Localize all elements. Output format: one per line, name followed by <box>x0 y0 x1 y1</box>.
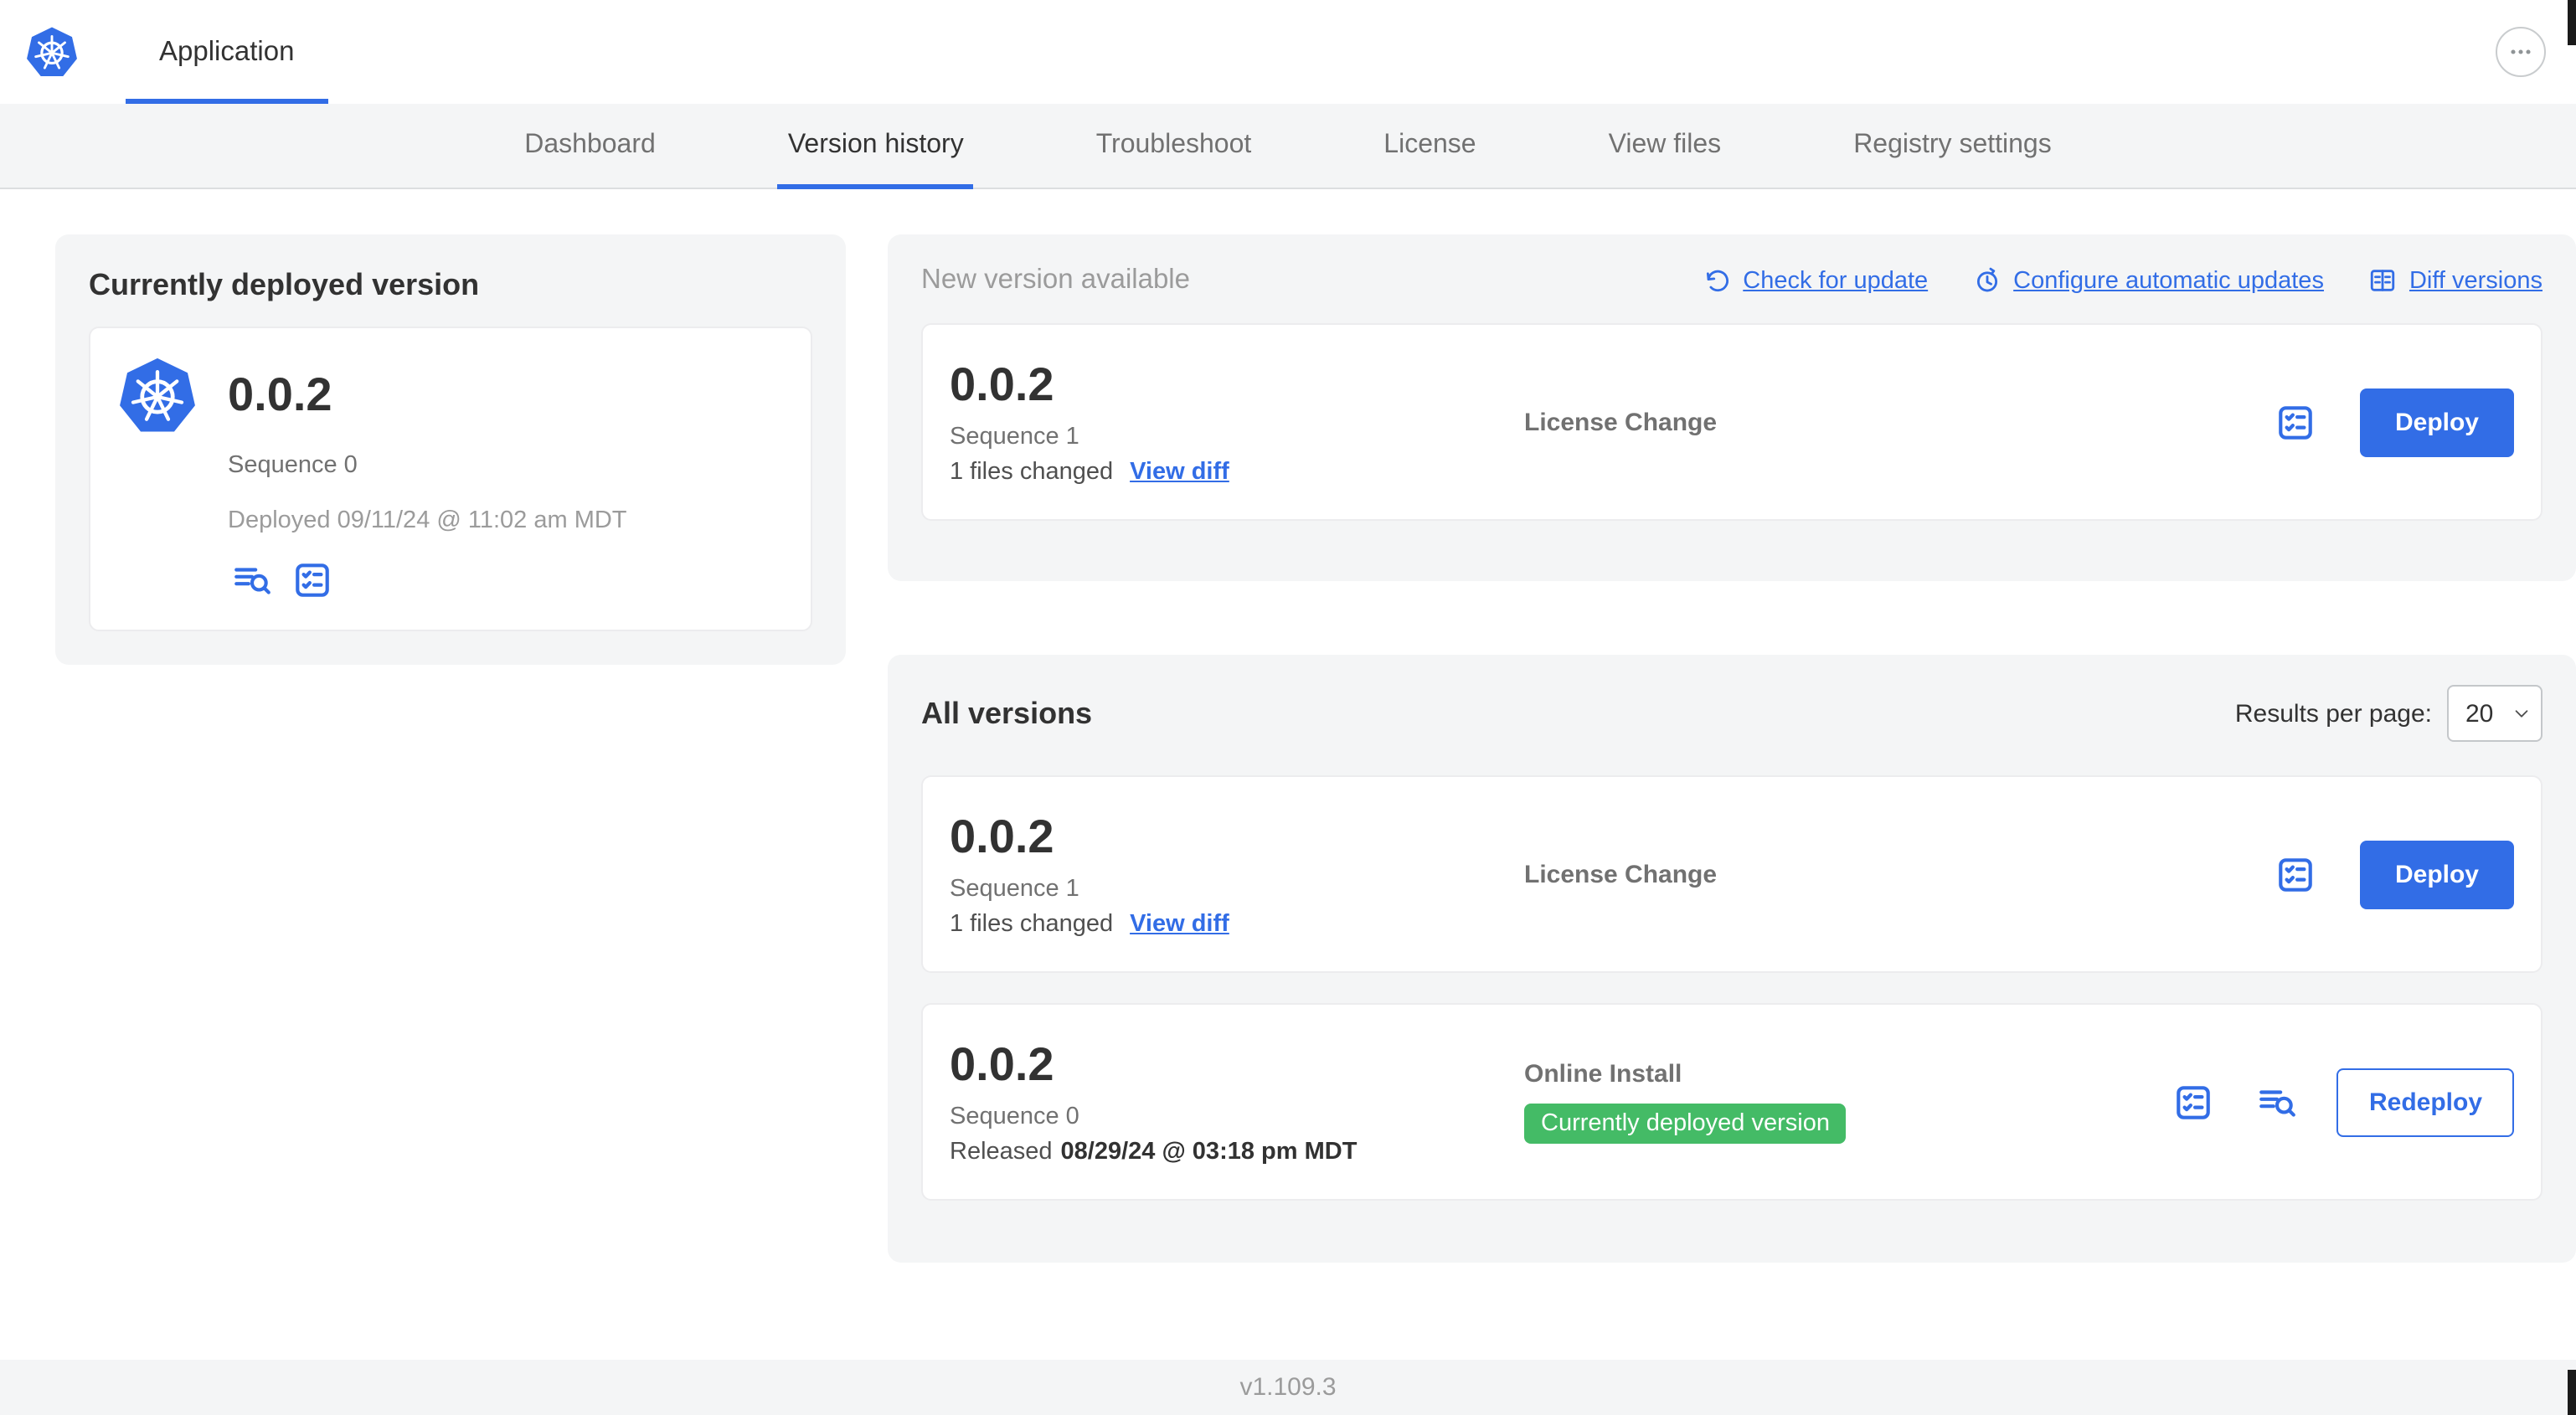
app-version: v1.109.3 <box>1239 1373 1337 1402</box>
app-header: Application <box>0 0 2576 104</box>
current-version-sequence: Sequence 0 <box>228 452 358 479</box>
results-per-page-select[interactable]: 20 <box>2447 685 2543 742</box>
more-menu-button[interactable] <box>2496 27 2546 77</box>
redeploy-button[interactable]: Redeploy <box>2336 1068 2514 1136</box>
version-row: 0.0.2 Sequence 0 Released 08/29/24 @ 03:… <box>921 1003 2543 1201</box>
currently-deployed-title: Currently deployed version <box>89 268 480 301</box>
currently-deployed-card: Currently deployed version 0.0.2 Sequenc… <box>55 234 846 665</box>
subnav-tabs: Dashboard Version history Troubleshoot L… <box>0 104 2576 189</box>
ellipsis-icon <box>2511 49 2531 54</box>
view-diff-link[interactable]: View diff <box>1130 459 1229 486</box>
view-diff-link[interactable]: View diff <box>1130 911 1229 938</box>
version-number: 0.0.2 <box>950 1038 1054 1090</box>
deploy-logs-button[interactable] <box>228 556 275 603</box>
version-number: 0.0.2 <box>950 810 1054 862</box>
check-for-update-link[interactable]: Check for update <box>1703 266 1928 295</box>
release-notes-button[interactable] <box>2273 851 2320 898</box>
diff-icon <box>2371 270 2396 291</box>
configure-automatic-updates-link[interactable]: Configure automatic updates <box>1973 266 2324 295</box>
kubernetes-logo-icon <box>25 25 79 79</box>
release-notes-icon <box>2280 405 2313 439</box>
app-subnav: Dashboard Version history Troubleshoot L… <box>0 104 2576 189</box>
scrollbar-artifact <box>2568 1370 2576 1415</box>
release-notes-button[interactable] <box>2273 399 2320 445</box>
version-row: 0.0.2 Sequence 1 1 files changed View di… <box>921 775 2543 973</box>
release-notes-icon <box>2280 857 2313 891</box>
app-footer: v1.109.3 <box>0 1360 2576 1415</box>
deploy-logs-button[interactable] <box>2254 1078 2300 1125</box>
release-notes-icon <box>2177 1085 2210 1119</box>
results-per-page-select-wrap: 20 <box>2447 685 2543 742</box>
scrollbar-artifact <box>2568 0 2576 45</box>
all-versions-section: All versions Results per page: 20 0.0.2 … <box>888 655 2576 1263</box>
tab-dashboard[interactable]: Dashboard <box>521 104 659 188</box>
version-source: License Change <box>1524 860 1718 888</box>
pending-version-row: 0.0.2 Sequence 1 1 files changed View di… <box>921 323 2543 521</box>
version-actions: Check for update Configure automatic upd… <box>1703 266 2543 295</box>
all-versions-title: All versions <box>921 696 1093 729</box>
right-column: New version available Check for update C… <box>888 234 2576 1263</box>
files-changed-label: 1 files changed <box>950 911 1114 938</box>
current-version-actions <box>228 556 784 603</box>
release-notes-icon <box>295 563 328 596</box>
version-source: Online Install <box>1524 1060 1682 1088</box>
version-sequence: Sequence 1 <box>950 876 1079 903</box>
deploy-button[interactable]: Deploy <box>2359 388 2514 456</box>
clock-arrow-icon <box>1977 267 1998 292</box>
tab-view-files[interactable]: View files <box>1605 104 1725 188</box>
tab-troubleshoot[interactable]: Troubleshoot <box>1093 104 1255 188</box>
version-source: License Change <box>1524 408 1718 436</box>
release-notes-button[interactable] <box>288 556 335 603</box>
main-content: Currently deployed version 0.0.2 Sequenc… <box>0 189 2576 1360</box>
version-number: 0.0.2 <box>950 358 1054 410</box>
new-version-section: New version available Check for update C… <box>888 234 2576 581</box>
deploy-logs-icon <box>234 567 270 594</box>
new-version-title: New version available <box>921 265 1190 295</box>
left-column: Currently deployed version 0.0.2 Sequenc… <box>55 234 846 665</box>
released-timestamp: Released 08/29/24 @ 03:18 pm MDT <box>950 1139 1358 1165</box>
tab-version-history[interactable]: Version history <box>777 104 974 189</box>
files-changed-label: 1 files changed <box>950 459 1114 486</box>
tab-license[interactable]: License <box>1380 104 1479 188</box>
diff-versions-link[interactable]: Diff versions <box>2369 266 2543 295</box>
version-sequence: Sequence 0 <box>950 1104 1079 1130</box>
tab-application[interactable]: Application <box>126 0 327 104</box>
current-version-number: 0.0.2 <box>228 368 332 420</box>
app-tab-label: Application <box>159 36 295 66</box>
results-per-page-label: Results per page: <box>2234 699 2432 728</box>
deploy-logs-icon <box>2259 1089 2295 1116</box>
refresh-icon <box>1706 270 1728 292</box>
currently-deployed-badge: Currently deployed version <box>1524 1104 1847 1144</box>
app-kubernetes-icon <box>117 355 198 435</box>
version-sequence: Sequence 1 <box>950 424 1079 450</box>
tab-registry-settings[interactable]: Registry settings <box>1850 104 2055 188</box>
current-version-card: 0.0.2 Sequence 0 Deployed 09/11/24 @ 11:… <box>89 327 812 631</box>
deploy-button[interactable]: Deploy <box>2359 840 2514 908</box>
results-per-page: Results per page: 20 <box>2235 685 2543 742</box>
release-notes-button[interactable] <box>2170 1078 2217 1125</box>
deployed-timestamp: Deployed 09/11/24 @ 11:02 am MDT <box>228 507 627 534</box>
